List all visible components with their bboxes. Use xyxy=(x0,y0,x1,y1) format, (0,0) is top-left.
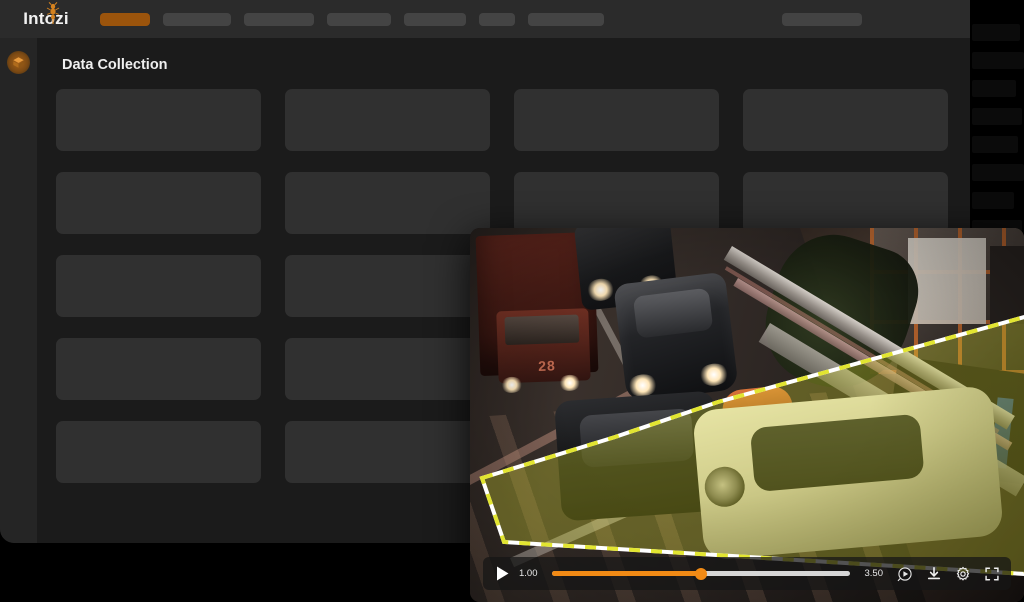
truck-windshield xyxy=(504,314,580,346)
black-car-roof xyxy=(579,408,695,468)
card-5[interactable] xyxy=(56,172,261,234)
card-10[interactable] xyxy=(285,255,490,317)
box-icon xyxy=(13,57,24,68)
nav-item-3[interactable] xyxy=(244,12,314,26)
card-17[interactable] xyxy=(56,421,261,483)
video-frame: 28 xyxy=(470,228,1024,602)
progress-slider[interactable] xyxy=(552,567,850,580)
truck-number: 28 xyxy=(537,357,557,374)
silver-sedan xyxy=(692,385,1004,561)
play-button[interactable] xyxy=(494,566,510,582)
dark-building-block xyxy=(990,246,1024,324)
card-8[interactable] xyxy=(743,172,948,234)
nav-item-5[interactable] xyxy=(404,12,466,26)
fullscreen-icon[interactable] xyxy=(984,566,1000,582)
ant-icon xyxy=(46,2,60,24)
silver-sedan-wheel xyxy=(703,465,747,509)
card-9[interactable] xyxy=(56,255,261,317)
card-4[interactable] xyxy=(743,89,948,151)
download-icon[interactable] xyxy=(926,566,942,582)
card-1[interactable] xyxy=(56,89,261,151)
nav-item-6[interactable] xyxy=(479,12,515,26)
screen-root: Intozi Data Collection 28 1.00 3.50 xyxy=(0,0,1024,602)
card-3[interactable] xyxy=(514,89,719,151)
nav-item-7[interactable] xyxy=(528,12,604,26)
current-time-label: 1.00 xyxy=(519,568,538,579)
nav-item-4[interactable] xyxy=(327,12,391,26)
card-2[interactable] xyxy=(285,89,490,151)
volvo-headlight-right xyxy=(697,361,731,388)
control-icons xyxy=(897,566,1000,582)
left-sidebar xyxy=(0,38,37,543)
top-navigation-bar: Intozi xyxy=(0,0,970,38)
card-18[interactable] xyxy=(285,421,490,483)
sidebar-item-datasets[interactable] xyxy=(7,51,30,74)
playback-speed-icon[interactable] xyxy=(897,566,913,582)
car-headlight-a xyxy=(585,277,616,303)
top-nav-items xyxy=(100,12,604,26)
nav-item-1[interactable] xyxy=(100,12,150,26)
card-7[interactable] xyxy=(514,172,719,234)
progress-thumb[interactable] xyxy=(695,567,707,580)
nav-item-2[interactable] xyxy=(163,12,231,26)
play-icon xyxy=(496,566,508,581)
settings-gear-icon[interactable] xyxy=(955,566,971,582)
card-13[interactable] xyxy=(56,338,261,400)
brand-logo[interactable]: Intozi xyxy=(0,0,92,38)
card-14[interactable] xyxy=(285,338,490,400)
video-controls-bar: 1.00 3.50 xyxy=(483,557,1011,590)
progress-fill xyxy=(552,571,701,576)
silver-sedan-roof xyxy=(749,413,925,493)
account-menu[interactable] xyxy=(782,12,862,26)
sedan-roof xyxy=(632,287,714,339)
black-sedan-volvo xyxy=(613,271,739,403)
duration-label: 3.50 xyxy=(864,568,884,579)
card-6[interactable] xyxy=(285,172,490,234)
video-player[interactable]: 28 1.00 3.50 xyxy=(470,228,1024,602)
top-nav-right xyxy=(782,12,862,26)
lit-panel xyxy=(908,238,986,324)
page-title: Data Collection xyxy=(62,57,168,73)
